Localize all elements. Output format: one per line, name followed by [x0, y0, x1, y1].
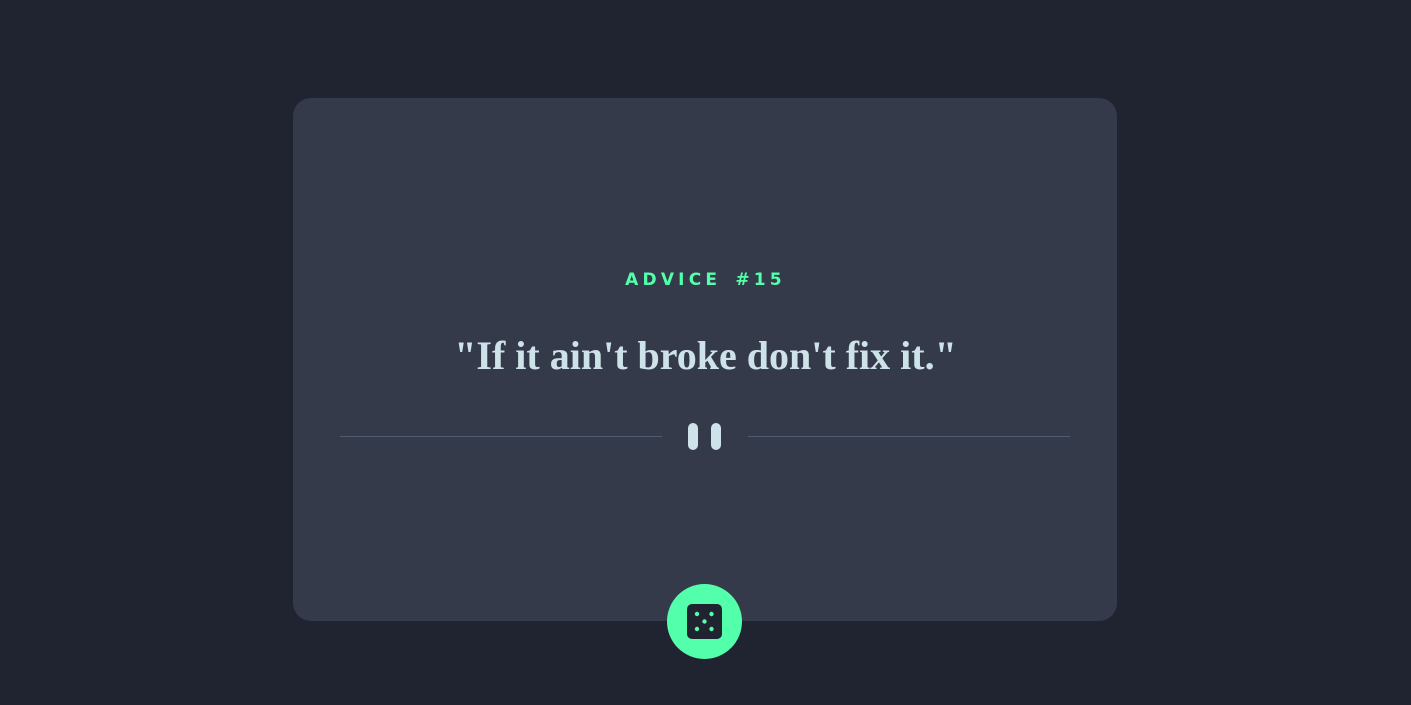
divider-line-right: [748, 436, 1070, 437]
advice-label-prefix: ADVICE: [625, 270, 722, 290]
pause-bar-right: [711, 423, 721, 450]
advice-quote: "If it ain't broke don't fix it.": [454, 333, 957, 378]
pause-bar-left: [688, 423, 698, 450]
advice-number: #15: [735, 270, 786, 290]
new-advice-button[interactable]: [667, 584, 742, 659]
divider-line-left: [340, 436, 662, 437]
dice-icon: [687, 604, 722, 639]
advice-id-label: ADVICE #15: [0, 269, 1411, 291]
